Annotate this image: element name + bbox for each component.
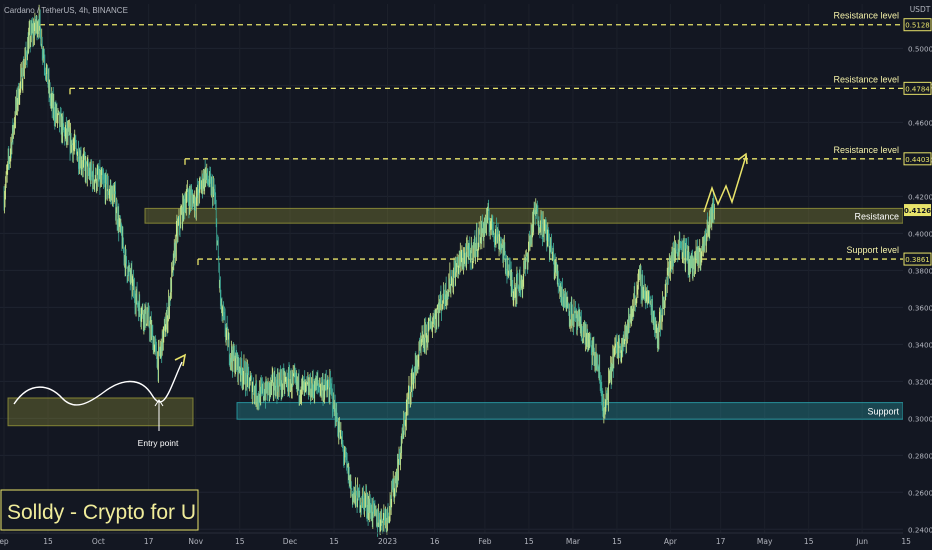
y-tick-label: 0.3000 <box>908 414 932 423</box>
x-tick-label: Oct <box>92 537 105 546</box>
level-price-text: 0.4784 <box>905 85 930 93</box>
x-tick-label: 15 <box>43 537 53 546</box>
x-tick-label: 15 <box>524 537 534 546</box>
x-tick-label: 15 <box>612 537 622 546</box>
y-tick-label: 0.3800 <box>908 266 932 275</box>
y-tick-label: 0.4600 <box>908 118 932 127</box>
y-axis: 0.50000.48000.46000.44000.42000.40000.38… <box>903 0 932 550</box>
x-tick-label: 15 <box>235 537 245 546</box>
x-tick-label: 15 <box>901 537 911 546</box>
y-tick-label: 0.3400 <box>908 340 932 349</box>
x-tick-label: Mar <box>566 537 581 546</box>
y-tick-label: 0.2600 <box>908 488 932 497</box>
x-tick-label: Apr <box>664 537 678 546</box>
entry-point-label: Entry point <box>138 438 179 448</box>
level-label: Resistance level <box>833 145 899 155</box>
x-tick-label: Dec <box>283 537 298 546</box>
x-tick-label: ep <box>0 537 9 546</box>
x-tick-label: Feb <box>478 537 492 546</box>
level-label: Resistance level <box>833 74 899 84</box>
zone-rect <box>7 397 194 427</box>
level-price-text: 0.5128 <box>905 22 930 30</box>
x-tick-label: 15 <box>804 537 814 546</box>
candlestick-chart: Resistance Support Resistance level Resist… <box>0 0 932 550</box>
y-tick-label: 0.3600 <box>908 303 932 312</box>
zone-label: Resistance <box>854 211 899 221</box>
x-tick-label: 2023 <box>378 537 397 546</box>
currency-label: USDT <box>910 5 931 14</box>
y-tick-label: 0.3200 <box>908 377 932 386</box>
zone-rect <box>144 207 904 224</box>
chart-background <box>0 0 932 550</box>
y-tick-label: 0.2400 <box>908 525 932 534</box>
y-tick-label: 0.2800 <box>908 451 932 460</box>
x-tick-label: 16 <box>430 537 440 546</box>
level-price-text: 0.3861 <box>905 256 930 264</box>
x-tick-label: May <box>757 537 773 546</box>
chart-root: Resistance Support Resistance level Resist… <box>0 0 932 550</box>
y-tick-label: 0.5000 <box>908 44 932 53</box>
level-price-text: 0.4403 <box>905 156 930 164</box>
x-tick-label: 17 <box>144 537 154 546</box>
watermark-text: Solldy - Crypto for U <box>7 501 196 524</box>
level-label: Support level <box>846 245 899 255</box>
x-tick-label: Nov <box>188 537 203 546</box>
y-tick-label: 0.4200 <box>908 192 932 201</box>
zone-label: Support <box>867 406 899 416</box>
symbol-header: Cardano / TetherUS, 4h, BINANCE <box>4 6 128 15</box>
x-tick-label: 17 <box>716 537 726 546</box>
current-price-text: 0.4126 <box>904 207 931 215</box>
x-tick-label: Jun <box>855 537 868 546</box>
y-tick-label: 0.4000 <box>908 229 932 238</box>
level-label: Resistance level <box>833 11 899 21</box>
x-tick-label: 15 <box>329 537 339 546</box>
